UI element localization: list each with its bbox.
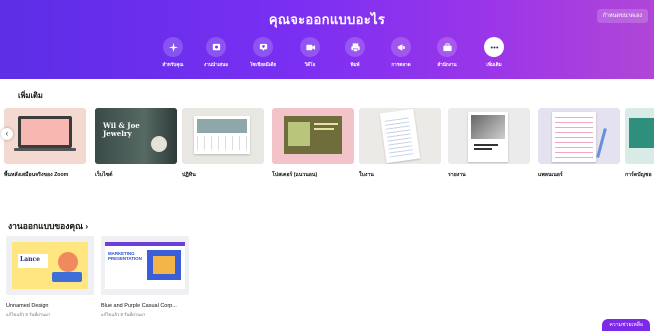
print-icon (350, 42, 360, 52)
more-icon (490, 45, 498, 49)
tile-report[interactable]: รายงาน (448, 108, 530, 179)
category-marketing[interactable]: การตลาด (381, 37, 421, 69)
tile-label: ใบงาน (359, 172, 374, 178)
heart-chat-icon (259, 43, 267, 51)
category-more[interactable]: เพิ่มเติม (474, 37, 514, 69)
design-card[interactable]: MARKETING PRESENTATION Blue and Purple C… (101, 236, 189, 318)
video-icon (305, 44, 315, 50)
category-office[interactable]: สำนักงาน (427, 37, 467, 69)
tile-label: พื้นหลังเสมือนจริงของ Zoom (4, 172, 69, 178)
tile-calendar[interactable]: ปฏิทิน (182, 108, 264, 179)
tile-business-card[interactable]: การ์ดบัญชอ (625, 108, 654, 179)
your-designs-title[interactable]: งานออกแบบของคุณ › (8, 219, 88, 233)
category-label: เพิ่มเติม (486, 62, 502, 67)
design-name[interactable]: Blue and Purple Casual Corp... (101, 303, 189, 309)
briefcase-icon (442, 42, 452, 51)
design-thumb-text: Lance (20, 256, 40, 263)
megaphone-icon (397, 43, 405, 51)
design-card[interactable]: Lance Unnamed Design แก้ไขแล้ว 8 วันที่ผ… (6, 236, 94, 318)
tile-worksheet[interactable]: ใบงาน (359, 108, 441, 179)
category-label: โซเชียลมีเดีย (249, 62, 277, 67)
scroll-left-arrow-icon[interactable]: ‹ (1, 128, 13, 140)
custom-size-button[interactable]: กำหนดขนาดเอง (596, 9, 648, 23)
category-social-media[interactable]: โซเชียลมีเดีย (243, 37, 283, 69)
category-label: สำนักงาน (437, 62, 457, 67)
category-label: พิมพ์ (350, 62, 360, 67)
tile-label: ปฏิทิน (182, 172, 196, 178)
tile-label: แพลนเนอร์ (538, 172, 563, 178)
design-meta: แก้ไขแล้ว 8 วันที่ผ่านมา (6, 312, 51, 317)
tile-zoom-background[interactable]: พื้นหลังเสมือนจริงของ Zoom (4, 108, 86, 179)
category-label: สำหรับคุณ (162, 62, 184, 67)
category-video[interactable]: วิดีโอ (290, 37, 330, 69)
sparkle-icon (168, 42, 178, 52)
tile-label: รายงาน (448, 172, 466, 178)
more-section-title: เพิ่มเติม (18, 91, 43, 100)
category-label: วิดีโอ (304, 62, 316, 67)
design-thumb-text: MARKETING PRESENTATION (108, 251, 142, 261)
design-meta: แก้ไขแล้ว 8 วันที่ผ่านมา (101, 312, 146, 317)
tile-poster-landscape[interactable]: โปสเตอร์ (แนวนอน) (272, 108, 354, 179)
category-label: งานนำเสนอ (204, 62, 228, 67)
category-label: การตลาด (391, 62, 411, 67)
hero-banner: คุณจะออกแบบอะไร กำหนดขนาดเอง สำหรับคุณ ง… (0, 0, 654, 79)
tile-label: การ์ดบัญชอ (625, 172, 652, 178)
category-print[interactable]: พิมพ์ (335, 37, 375, 69)
tile-website[interactable]: Wil & Joe Jewelry เว็บไซต์ (95, 108, 177, 179)
hero-title: คุณจะออกแบบอะไร (268, 12, 386, 27)
tile-label: โปสเตอร์ (แนวนอน) (272, 172, 318, 178)
category-presentations[interactable]: งานนำเสนอ (196, 37, 236, 69)
design-name[interactable]: Unnamed Design (6, 303, 94, 309)
help-button[interactable]: ความช่วยเหลือ (602, 319, 650, 331)
template-strip: พื้นหลังเสมือนจริงของ Zoom Wil & Joe Jewe… (0, 108, 654, 184)
presentation-icon (212, 43, 220, 50)
category-for-you[interactable]: สำหรับคุณ (153, 37, 193, 69)
tile-planner[interactable]: แพลนเนอร์ (538, 108, 620, 179)
tile-label: เว็บไซต์ (95, 172, 113, 178)
